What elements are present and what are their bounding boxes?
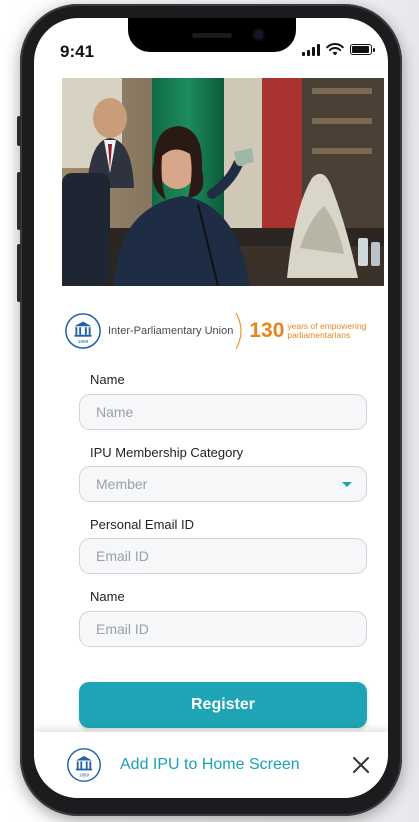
- branding-divider: [235, 312, 242, 350]
- hero-photo: [62, 78, 384, 286]
- org-name: Inter-Parliamentary Union: [108, 325, 234, 337]
- notch: [128, 18, 296, 52]
- battery-icon: [350, 44, 375, 55]
- ipu-logo-icon: 1889: [67, 748, 101, 782]
- add-to-home-banner[interactable]: 1889 Add IPU to Home Screen: [34, 732, 388, 798]
- speaker-grille: [192, 33, 232, 38]
- status-time: 9:41: [60, 42, 95, 61]
- name2-placeholder: Email ID: [96, 621, 149, 637]
- side-button-volume-up: [17, 172, 21, 230]
- status-icons: [302, 43, 375, 56]
- membership-category-select[interactable]: Member: [79, 466, 367, 502]
- ipu-logo-icon: 1889: [65, 313, 101, 349]
- name2-label: Name: [90, 589, 125, 604]
- front-camera: [254, 30, 263, 39]
- anniversary-tagline: years of empowering parliamentarians: [287, 322, 366, 340]
- name-field[interactable]: Name: [79, 394, 367, 430]
- name2-field[interactable]: Email ID: [79, 611, 367, 647]
- email-placeholder: Email ID: [96, 548, 149, 564]
- add-to-home-text[interactable]: Add IPU to Home Screen: [120, 756, 300, 774]
- name-label: Name: [90, 372, 125, 387]
- membership-category-value: Member: [96, 476, 148, 492]
- name-placeholder: Name: [96, 404, 134, 420]
- svg-text:1889: 1889: [78, 339, 89, 345]
- close-icon[interactable]: [350, 754, 372, 776]
- email-field[interactable]: Email ID: [79, 538, 367, 574]
- dropdown-caret-icon: [342, 481, 352, 487]
- wifi-icon: [326, 43, 344, 56]
- svg-text:1889: 1889: [79, 772, 90, 777]
- cellular-signal-icon: [302, 43, 320, 56]
- anniversary-number: 130: [249, 319, 285, 342]
- register-button[interactable]: Register: [79, 682, 367, 728]
- membership-category-label: IPU Membership Category: [90, 445, 244, 460]
- anniversary-tagline-line2: parliamentarians: [287, 330, 351, 340]
- side-button-volume-down: [17, 244, 21, 302]
- side-button-silent: [17, 116, 21, 146]
- ipu-branding: 1889 Inter-Parliamentary Union 130 years…: [64, 308, 386, 354]
- email-label: Personal Email ID: [90, 517, 195, 532]
- phone-screen: 9:41 1889 Inter-Parliamentary Union 130 …: [34, 18, 388, 798]
